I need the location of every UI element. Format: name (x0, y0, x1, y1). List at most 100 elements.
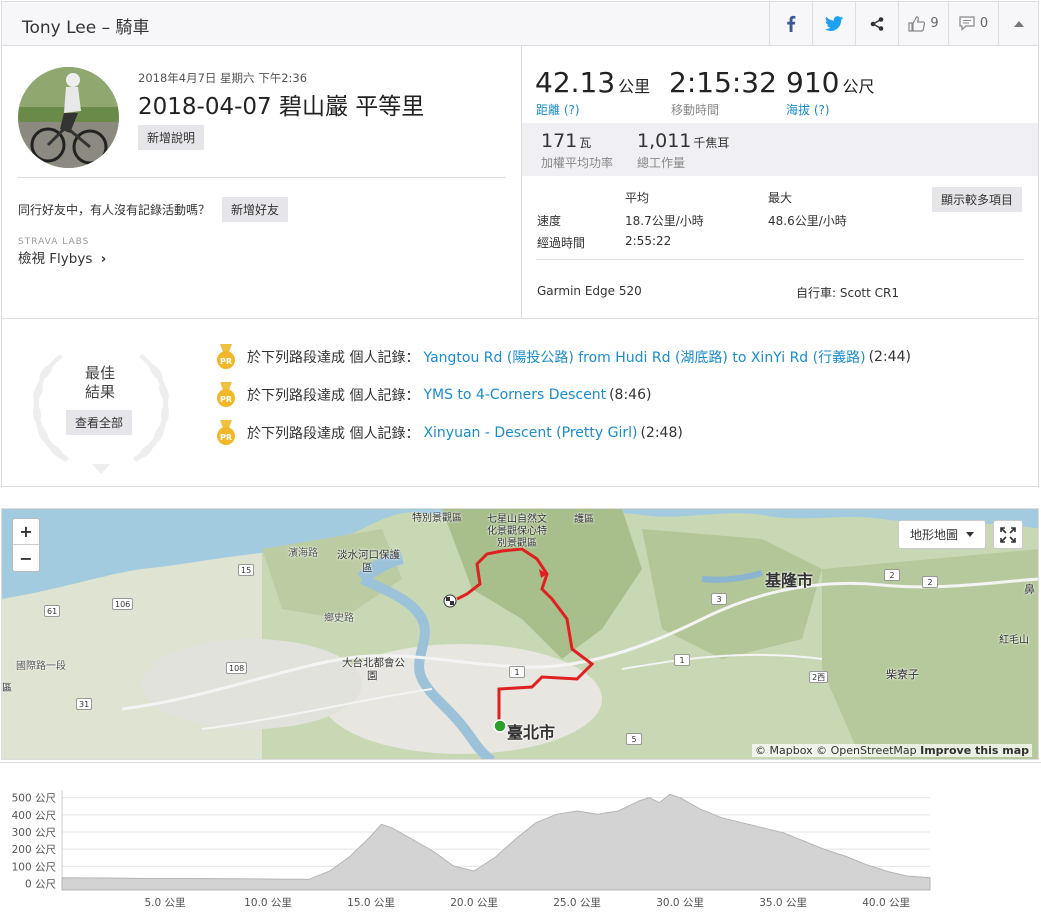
elevation-label[interactable]: 海拔 (?) (786, 101, 830, 118)
achievement-time: (8:46) (609, 387, 652, 403)
segment-link[interactable]: Xinyuan - Descent (Pretty Girl) (423, 425, 637, 441)
x-tick-label: 20.0 公里 (450, 897, 498, 909)
comments-button[interactable]: 0 (948, 2, 998, 45)
elapsed-label: 經過時間 (537, 236, 586, 250)
osm-link[interactable]: © OpenStreetMap (816, 744, 917, 757)
achievement-row: PR 於下列路段達成 個人記錄： YMS to 4-Corners Descent(… (216, 382, 651, 408)
add-friend-button[interactable]: 新增好友 (222, 197, 289, 222)
map-label: 別景觀區 (497, 538, 537, 549)
map-label: 園 (367, 670, 378, 682)
map-label: 濱海路 (288, 548, 318, 559)
svg-text:PR: PR (220, 433, 232, 442)
show-more-button[interactable]: 顯示較多項目 (932, 187, 1023, 212)
map-label: 基隆市 (765, 571, 814, 590)
moving-time-label: 移動時間 (671, 103, 720, 117)
map-attribution: © Mapbox © OpenStreetMap Improve this ma… (752, 744, 1032, 757)
x-tick-label: 35.0 公里 (759, 897, 807, 909)
speed-avg: 18.7公里/小時 (625, 214, 704, 228)
map-label: 區 (362, 562, 373, 574)
avatar[interactable] (18, 67, 119, 168)
x-tick-label: 5.0 公里 (144, 897, 185, 909)
mapbox-link[interactable]: © Mapbox (755, 744, 813, 757)
col-max-header: 最大 (768, 191, 793, 205)
activity-summary: 2018年4月7日 星期六 下午2:36 2018-04-07 碧山巖 平等里 … (2, 46, 522, 319)
map-label: 柴寮子 (886, 668, 919, 681)
improve-map-link[interactable]: Improve this map (920, 744, 1029, 757)
y-tick-label: 0 公尺 (25, 879, 57, 891)
comment-count: 0 (979, 16, 989, 31)
map-type-select[interactable]: 地形地圖 (898, 520, 986, 549)
road-shield: 61 (44, 605, 61, 617)
view-all-button[interactable]: 查看全部 (66, 410, 133, 435)
road-shield: 15 (238, 564, 255, 576)
elapsed-avg: 2:55:22 (625, 234, 672, 248)
x-tick-label: 40.0 公里 (862, 897, 910, 909)
zoom-control: + − (12, 518, 40, 572)
speed-max: 48.6公里/小時 (768, 214, 847, 228)
bike-name: 自行車: Scott CR1 (796, 286, 899, 300)
page-title: Tony Lee – 騎車 (22, 18, 150, 38)
map-label: 特別景觀區 (412, 513, 462, 524)
road-shield: 2 (922, 576, 938, 588)
distance-label[interactable]: 距離 (?) (536, 101, 580, 118)
share-icon (870, 16, 884, 31)
zoom-out-button[interactable]: − (13, 545, 39, 571)
flybys-label: 檢視 Flybys (18, 251, 93, 267)
road-shield: 2西 (809, 671, 829, 683)
power-band: 171 瓦 加權平均功率 1,011 千焦耳 總工作量 (522, 123, 1038, 176)
road-shield: 108 (226, 662, 248, 674)
best-efforts-title: 最佳 結果 (84, 364, 115, 401)
divider (18, 177, 506, 178)
map-label: 臺北市 (507, 723, 556, 742)
divider (536, 259, 1024, 260)
add-description-button[interactable]: 新增說明 (138, 125, 205, 150)
thumbs-up-icon (908, 15, 926, 32)
work-value: 1,011 千焦耳 (637, 130, 730, 152)
svg-text:PR: PR (220, 395, 232, 404)
share-button[interactable] (855, 2, 898, 45)
start-marker (493, 719, 507, 733)
road-shield: 5 (626, 733, 642, 745)
achievement-prefix: 於下列路段達成 個人記錄： (247, 350, 420, 366)
pr-medal-icon: PR (217, 382, 235, 407)
work-label: 總工作量 (637, 156, 686, 170)
col-avg-header: 平均 (625, 191, 650, 205)
map-label: 鼻 (1024, 583, 1035, 596)
comment-icon (959, 16, 975, 31)
map-label: 鄉史路 (324, 613, 354, 624)
y-tick-label: 100 公尺 (12, 861, 57, 873)
chevron-right-icon: › (100, 251, 107, 267)
road-shield: 1 (509, 666, 525, 678)
elevation-area (61, 793, 931, 891)
twitter-share-button[interactable] (812, 2, 855, 45)
route-map[interactable]: 基隆市 臺北市 大台北都會公園淡水河口保護區七星山自然文 化景觀保心特 別景觀區 特別景觀… (1, 508, 1039, 760)
distance-value: 42.13 公里 (535, 66, 651, 99)
kudos-count: 9 (930, 16, 939, 31)
page-header: Tony Lee – 騎車 9 0 (2, 2, 1038, 46)
map-label: 護區 (574, 514, 594, 525)
caret-down-icon (966, 532, 974, 537)
fullscreen-button[interactable] (993, 520, 1023, 549)
y-tick-label: 200 公尺 (12, 844, 57, 856)
road-shield: 1 (674, 654, 690, 666)
map-label: 區 (2, 683, 12, 694)
x-tick-label: 25.0 公里 (553, 897, 601, 909)
segment-link[interactable]: Yangtou Rd (陽投公路) from Hudi Rd (湖底路) to … (423, 347, 865, 367)
road-shield: 3 (711, 593, 727, 605)
strava-labs-label: STRAVA LABS (18, 237, 90, 247)
moving-time-value: 2:15:32 (669, 66, 777, 99)
device-name: Garmin Edge 520 (537, 284, 642, 298)
collapse-button[interactable] (998, 2, 1038, 45)
map-label: 紅毛山 (999, 635, 1029, 646)
kudos-button[interactable]: 9 (898, 2, 948, 45)
power-value: 171 瓦 (541, 130, 592, 152)
avatar-photo (18, 67, 119, 168)
achievement-prefix: 於下列路段達成 個人記錄： (247, 426, 420, 442)
flybys-link[interactable]: 檢視 Flybys › (18, 247, 106, 267)
segment-link[interactable]: YMS to 4-Corners Descent (423, 387, 606, 403)
twitter-icon (825, 16, 843, 31)
zoom-in-button[interactable]: + (13, 519, 39, 545)
road-shield: 31 (76, 698, 93, 710)
facebook-share-button[interactable] (769, 2, 812, 45)
elevation-chart[interactable]: 500 公尺 400 公尺 300 公尺 200 公尺 100 公尺 0 公尺 5.0 公… (0, 762, 1041, 913)
